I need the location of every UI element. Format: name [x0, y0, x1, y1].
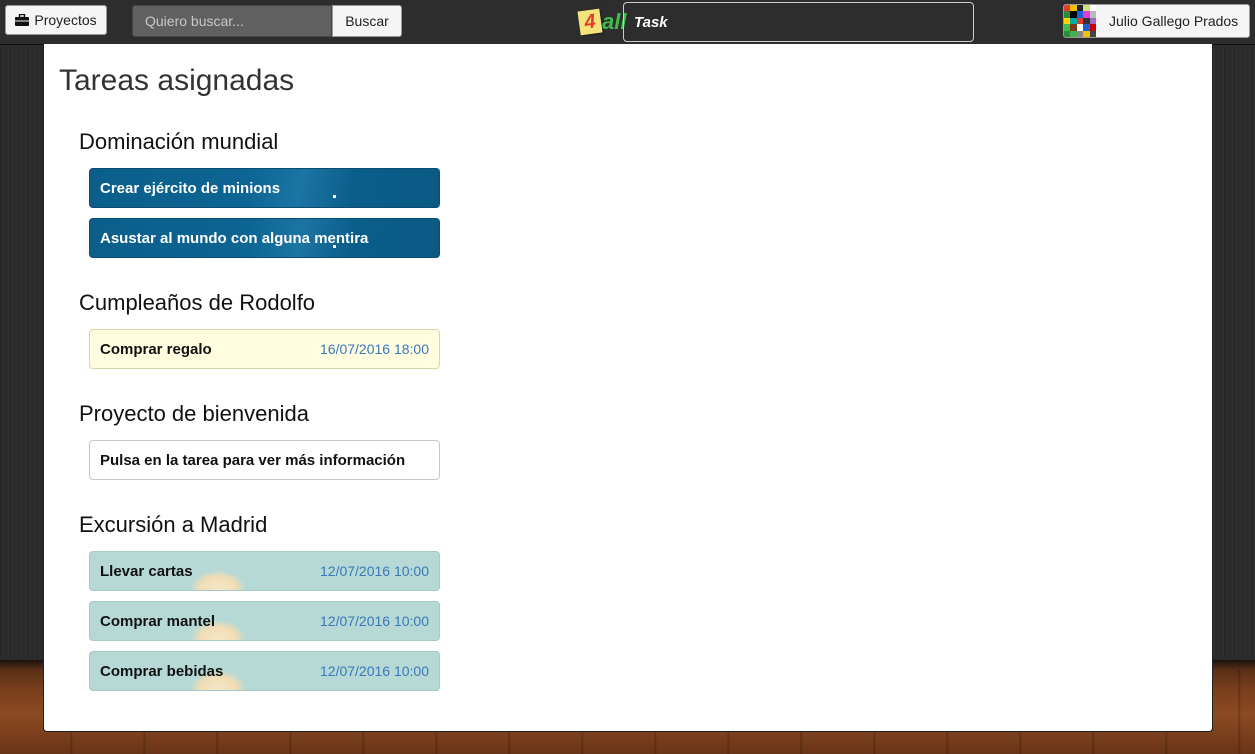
- briefcase-icon: [15, 14, 30, 26]
- avatar: [1064, 5, 1096, 37]
- task-name: Comprar mantel: [100, 612, 216, 630]
- task-card[interactable]: Pulsa en la tarea para ver más informaci…: [89, 440, 440, 480]
- group-title-dominacion: Dominación mundial: [79, 129, 279, 154]
- search-input[interactable]: [132, 5, 332, 37]
- sparkle-decoration: [333, 195, 336, 198]
- top-navbar: Proyectos Buscar Task 4 all Julio Galleg…: [0, 0, 1255, 45]
- main-panel: Tareas asignadas Dominación mundial Crea…: [43, 44, 1213, 732]
- group-title-cumpleanos: Cumpleaños de Rodolfo: [79, 290, 316, 315]
- task-name: Crear ejército de minions: [100, 179, 281, 197]
- group-title-bienvenida: Proyecto de bienvenida: [79, 401, 309, 426]
- search-button[interactable]: Buscar: [332, 5, 402, 37]
- cloud-decoration: [190, 570, 246, 590]
- task-card[interactable]: Llevar cartas 12/07/2016 10:00: [89, 551, 440, 591]
- task-name: Comprar regalo: [100, 340, 212, 358]
- app-logo[interactable]: Task 4 all: [577, 2, 974, 42]
- task-name: Asustar al mundo con alguna mentira: [100, 229, 369, 247]
- group-title-excursion: Excursión a Madrid: [79, 512, 268, 537]
- page-title: Tareas asignadas: [59, 64, 295, 97]
- user-name: Julio Gallego Prados: [1109, 13, 1239, 29]
- logo-sticky-note: 4: [577, 8, 603, 36]
- task-date: 12/07/2016 10:00: [320, 663, 429, 679]
- task-date: 16/07/2016 18:00: [320, 341, 429, 357]
- task-name: Llevar cartas: [100, 562, 193, 580]
- task-card[interactable]: Comprar bebidas 12/07/2016 10:00: [89, 651, 440, 691]
- logo-text-task: Task: [623, 2, 974, 42]
- task-card[interactable]: Asustar al mundo con alguna mentira: [89, 218, 440, 258]
- task-card[interactable]: Comprar regalo 16/07/2016 18:00: [89, 329, 440, 369]
- task-card[interactable]: Comprar mantel 12/07/2016 10:00: [89, 601, 440, 641]
- task-date: 12/07/2016 10:00: [320, 563, 429, 579]
- user-menu-button[interactable]: Julio Gallego Prados: [1063, 4, 1250, 38]
- task-date: 12/07/2016 10:00: [320, 613, 429, 629]
- task-card[interactable]: Crear ejército de minions: [89, 168, 440, 208]
- task-name: Pulsa en la tarea para ver más informaci…: [100, 451, 406, 469]
- projects-button[interactable]: Proyectos: [5, 5, 107, 35]
- task-name: Comprar bebidas: [100, 662, 224, 680]
- projects-button-label: Proyectos: [34, 12, 97, 28]
